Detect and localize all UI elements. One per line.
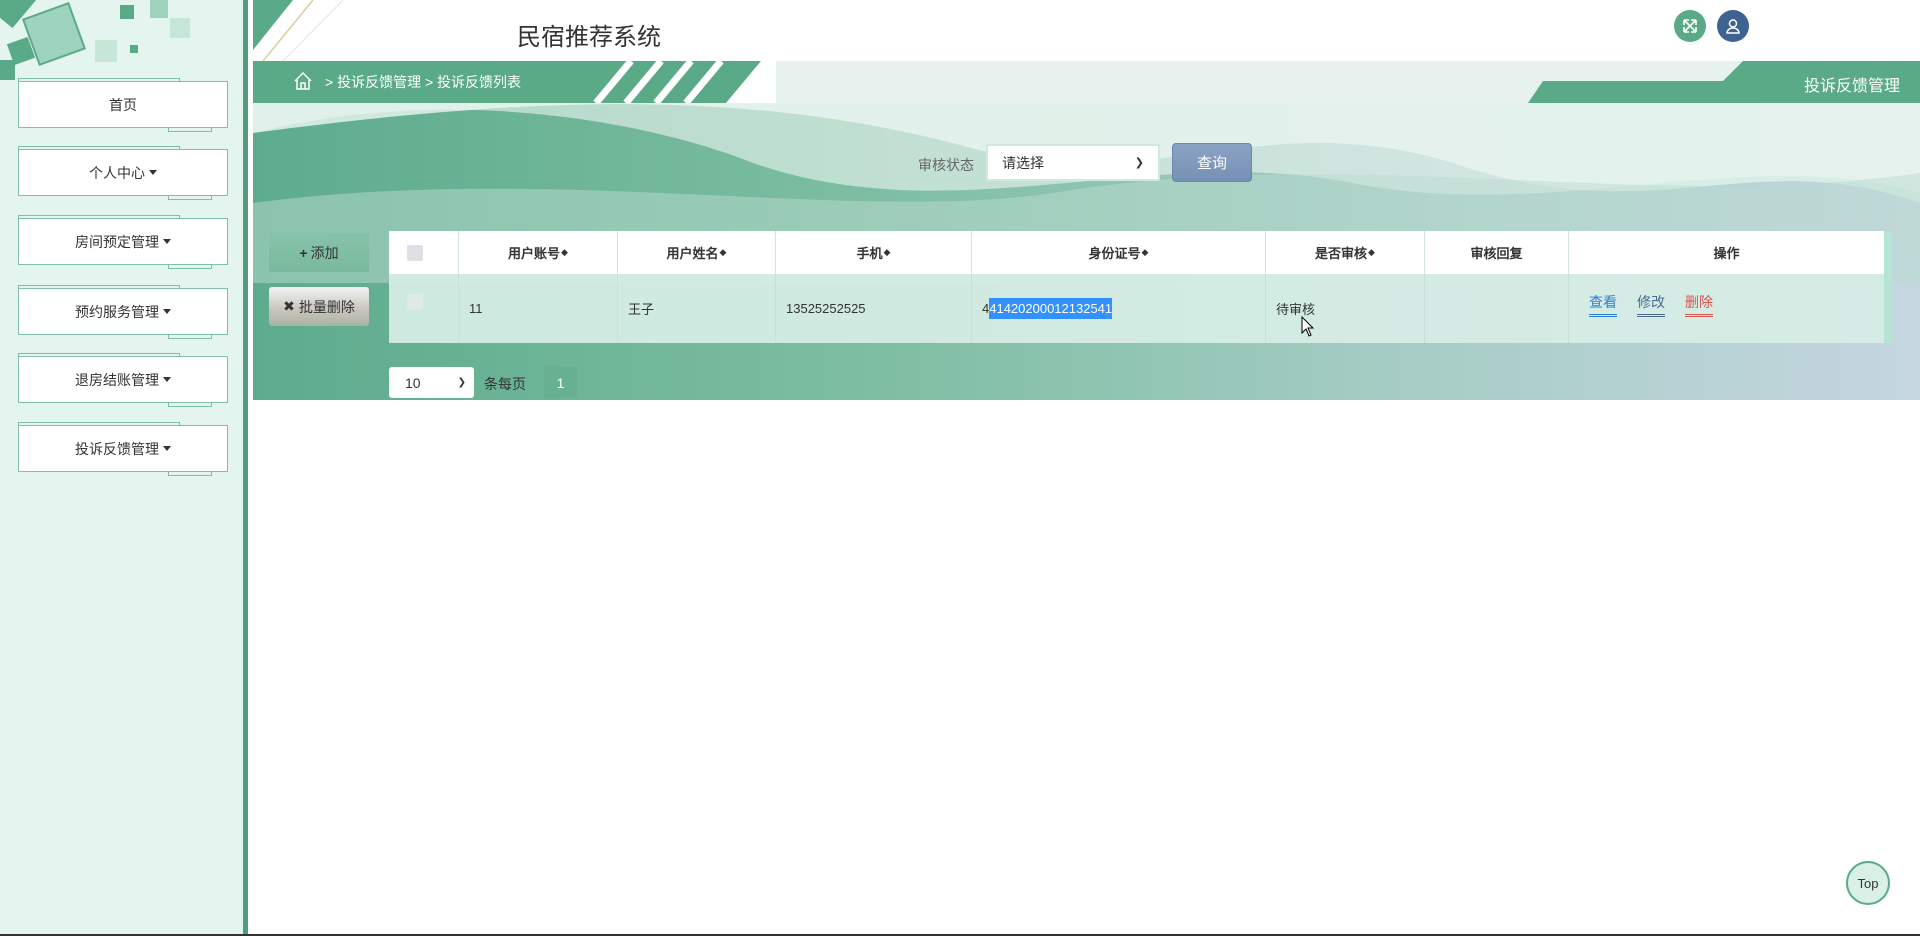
- column-header[interactable]: 用户姓名 ◆: [618, 231, 776, 274]
- column-label: 手机: [856, 246, 883, 261]
- column-header[interactable]: 是否审核 ◆: [1266, 231, 1425, 274]
- column-label: 审核回复: [1470, 246, 1523, 261]
- plus-icon: +: [299, 244, 308, 261]
- breadcrumb-item[interactable]: 投诉反馈管理: [337, 72, 421, 92]
- mouse-cursor-icon: [1301, 316, 1315, 337]
- account-cell: 11: [459, 274, 618, 343]
- back-to-top-button[interactable]: Top: [1846, 861, 1890, 905]
- user-icon: [1726, 19, 1740, 34]
- query-button[interactable]: 查询: [1172, 143, 1252, 182]
- batch-delete-label: 批量删除: [298, 298, 355, 315]
- sidebar: 首页 个人中心 房间预定管理 预约服务管理 退房结账管理 投诉反馈管理: [0, 0, 248, 936]
- column-label: 用户账号: [508, 246, 561, 261]
- sort-icon[interactable]: ◆: [720, 247, 727, 258]
- id-selected-text: 41420200012132541: [989, 298, 1113, 319]
- home-icon[interactable]: [293, 71, 313, 91]
- column-label: 身份证号: [1088, 246, 1141, 261]
- review-status-select[interactable]: 请选择 ❯: [986, 144, 1160, 181]
- fullscreen-button[interactable]: [1674, 10, 1706, 42]
- table-row: 11 王子 13525252525 4 41420200012132541 待审核…: [389, 274, 1884, 343]
- add-label: 添加: [310, 244, 339, 261]
- menu-label: 退房结账管理: [75, 371, 159, 388]
- page-size-value: 10: [405, 374, 421, 391]
- column-label: 是否审核: [1315, 246, 1368, 261]
- edit-link[interactable]: 修改: [1637, 292, 1665, 317]
- column-header: 审核回复: [1425, 231, 1569, 274]
- id-card-cell: 4 41420200012132541: [972, 274, 1266, 343]
- header: [253, 0, 1920, 61]
- add-button[interactable]: + 添加: [269, 233, 369, 272]
- app-title: 民宿推荐系统: [517, 24, 661, 51]
- caret-down-icon: [163, 446, 171, 451]
- sort-icon[interactable]: ◆: [561, 247, 568, 258]
- sidebar-decoration: [0, 0, 190, 80]
- sort-icon[interactable]: ◆: [1142, 247, 1149, 258]
- menu-label: 投诉反馈管理: [75, 440, 159, 457]
- page-title: 投诉反馈管理: [1803, 78, 1900, 95]
- page-title-box: 投诉反馈管理: [1528, 61, 1920, 103]
- ops-cell: 查看 修改 删除: [1569, 274, 1884, 343]
- select-value: 请选择: [1002, 154, 1044, 171]
- phone-cell: 13525252525: [776, 274, 972, 343]
- page-size-select[interactable]: 10 ❯: [389, 367, 474, 398]
- review-status-label: 审核状态: [918, 157, 974, 173]
- column-header: 操作: [1569, 231, 1884, 274]
- user-button[interactable]: [1717, 10, 1749, 42]
- delete-link[interactable]: 删除: [1685, 292, 1713, 317]
- chevron-down-icon: ❯: [457, 377, 466, 388]
- page-button-current[interactable]: 1: [544, 367, 577, 398]
- batch-delete-button[interactable]: ✖ 批量删除: [269, 287, 369, 326]
- view-link[interactable]: 查看: [1589, 292, 1617, 317]
- row-checkbox[interactable]: [407, 294, 423, 310]
- column-header[interactable]: 用户账号 ◆: [459, 231, 618, 274]
- sidebar-item-feedback[interactable]: 投诉反馈管理: [18, 422, 228, 476]
- id-prefix: 4: [982, 301, 990, 316]
- column-header[interactable]: 手机 ◆: [776, 231, 972, 274]
- name-cell: 王子: [618, 274, 776, 343]
- page-size-label: 条每页: [484, 376, 526, 392]
- caret-down-icon: [149, 170, 157, 175]
- breadcrumb-sep: >: [424, 74, 434, 90]
- column-label: 用户姓名: [666, 246, 719, 261]
- sort-icon[interactable]: ◆: [1368, 247, 1375, 258]
- column-header[interactable]: 身份证号 ◆: [972, 231, 1266, 274]
- caret-down-icon: [163, 377, 171, 382]
- reply-cell: [1425, 274, 1569, 343]
- header-decoration: [253, 0, 344, 61]
- caret-down-icon: [163, 309, 171, 314]
- chevron-down-icon: ❯: [1134, 157, 1144, 169]
- menu-label: 房间预定管理: [75, 233, 159, 250]
- breadcrumb: > 投诉反馈管理 > 投诉反馈列表: [253, 61, 776, 103]
- close-icon: ✖: [283, 298, 295, 314]
- table-header: 用户账号 ◆ 用户姓名 ◆ 手机 ◆ 身份证号 ◆ 是否审核 ◆ 审核回复 操作: [389, 231, 1884, 274]
- breadcrumb-stripes: [593, 61, 776, 103]
- fullscreen-icon: [1683, 19, 1697, 33]
- row-select-cell: [389, 274, 459, 343]
- review-status-cell: 待审核: [1266, 274, 1425, 343]
- menu-label: 首页: [109, 96, 137, 113]
- caret-down-icon: [163, 239, 171, 244]
- sidebar-item-checkout[interactable]: 退房结账管理: [18, 353, 228, 407]
- menu-label: 预约服务管理: [75, 303, 159, 320]
- select-all-cell: [389, 231, 459, 274]
- breadcrumb-item: 投诉反馈列表: [437, 74, 522, 90]
- menu-label: 个人中心: [89, 164, 145, 181]
- select-all-checkbox[interactable]: [407, 244, 423, 261]
- column-label: 操作: [1713, 246, 1740, 261]
- sidebar-item-personal-center[interactable]: 个人中心: [18, 146, 228, 200]
- sort-icon[interactable]: ◆: [884, 247, 891, 258]
- breadcrumb-sep: >: [325, 74, 334, 90]
- sidebar-item-room-booking[interactable]: 房间预定管理: [18, 215, 228, 269]
- feedback-table: 用户账号 ◆ 用户姓名 ◆ 手机 ◆ 身份证号 ◆ 是否审核 ◆ 审核回复 操作 11 王…: [389, 231, 1892, 343]
- sidebar-item-home[interactable]: 首页: [18, 78, 228, 132]
- sidebar-item-service-booking[interactable]: 预约服务管理: [18, 285, 228, 339]
